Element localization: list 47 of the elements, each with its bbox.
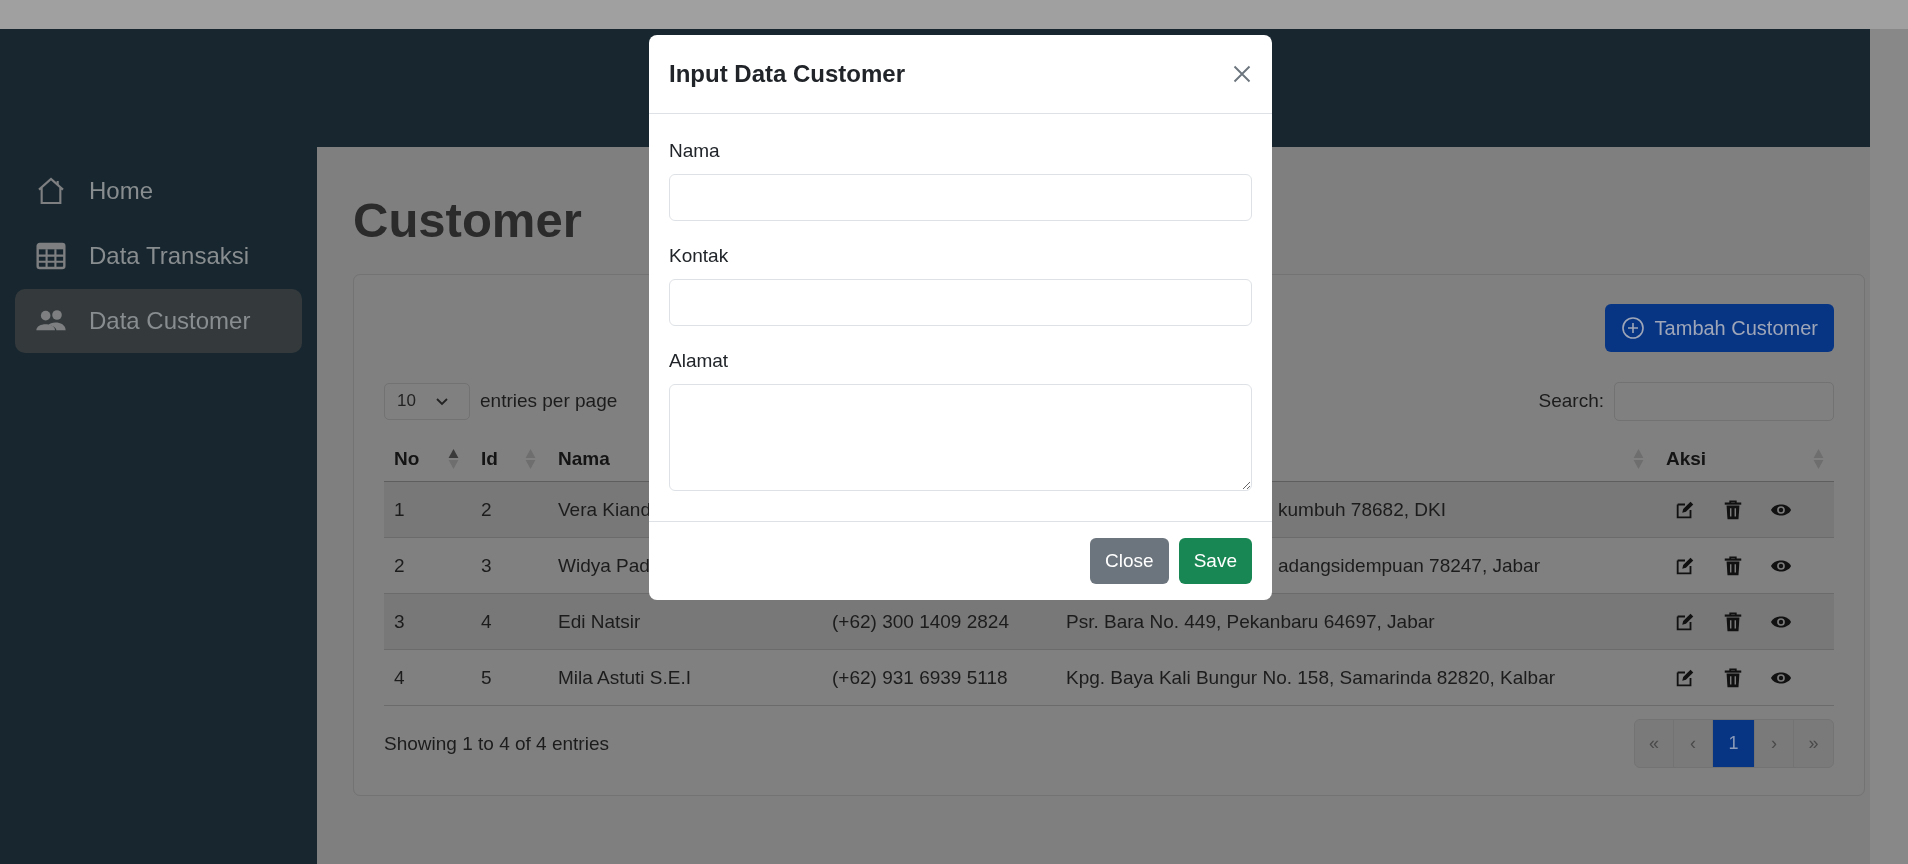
entries-info: Showing 1 to 4 of 4 entries bbox=[384, 732, 609, 755]
add-customer-button[interactable]: Tambah Customer bbox=[1604, 304, 1834, 352]
table-cell: Mila Astuti S.E.I bbox=[558, 666, 692, 688]
table-cell: kumbuh 78682, DKI bbox=[1278, 498, 1446, 520]
table-cell: 1 bbox=[394, 498, 405, 520]
field-label: Alamat bbox=[669, 350, 730, 372]
table-cell: adangsidempuan 78247, Jabar bbox=[1278, 554, 1540, 576]
table-cell: Kpg. Baya Kali Bungur No. 158, Samarinda 82820, Kalbar bbox=[1066, 666, 1556, 688]
trash-icon[interactable] bbox=[1722, 666, 1744, 689]
close-button[interactable]: Close bbox=[1090, 538, 1169, 584]
table-icon bbox=[35, 240, 67, 272]
trash-icon[interactable] bbox=[1722, 610, 1744, 633]
sidebar-item[interactable]: Home bbox=[15, 159, 302, 223]
trash-icon[interactable] bbox=[1722, 498, 1744, 521]
column-header[interactable]: No bbox=[394, 448, 420, 470]
table-cell: 5 bbox=[481, 666, 492, 688]
table-cell: Psr. Bara No. 449, Pekanbaru 64697, Jabar bbox=[1066, 610, 1435, 632]
sidebar-item[interactable]: Data Transaksi bbox=[15, 224, 302, 288]
table-cell: Edi Natsir bbox=[558, 610, 641, 632]
plus-circle-icon bbox=[1620, 316, 1645, 340]
field-label: Kontak bbox=[669, 245, 730, 267]
trash-icon[interactable] bbox=[1722, 554, 1744, 577]
page-link[interactable]: 1 bbox=[1713, 720, 1755, 767]
table-cell: 3 bbox=[481, 554, 492, 576]
table-cell: 2 bbox=[394, 554, 405, 576]
modal-title: Input Data Customer bbox=[669, 60, 905, 88]
entries-label: entries per page bbox=[480, 390, 618, 412]
column-header[interactable]: Id bbox=[481, 448, 498, 470]
table-cell: (+62) 300 1409 2824 bbox=[832, 610, 1009, 632]
table-cell: 2 bbox=[481, 498, 492, 520]
column-header[interactable]: Nama bbox=[558, 448, 610, 470]
save-button[interactable]: Save bbox=[1178, 538, 1252, 584]
sidebar-item[interactable]: Data Customer bbox=[15, 289, 302, 353]
sort-icon[interactable] bbox=[448, 448, 459, 470]
table-cell: 3 bbox=[394, 610, 405, 632]
table-cell: 4 bbox=[394, 666, 405, 688]
input-field[interactable] bbox=[669, 279, 1252, 326]
field-label: Nama bbox=[669, 140, 721, 162]
table-cell: Widya Pad bbox=[558, 554, 650, 576]
input-field[interactable] bbox=[669, 174, 1252, 221]
table-cell: 4 bbox=[481, 610, 492, 632]
column-header[interactable]: Aksi bbox=[1666, 448, 1707, 470]
entries-select[interactable]: 10 bbox=[384, 382, 470, 420]
close-icon[interactable] bbox=[1232, 64, 1252, 84]
table-cell: (+62) 931 6939 5118 bbox=[832, 666, 1008, 688]
search-label: Search: bbox=[1538, 390, 1604, 412]
page-title: Customer bbox=[353, 192, 582, 249]
